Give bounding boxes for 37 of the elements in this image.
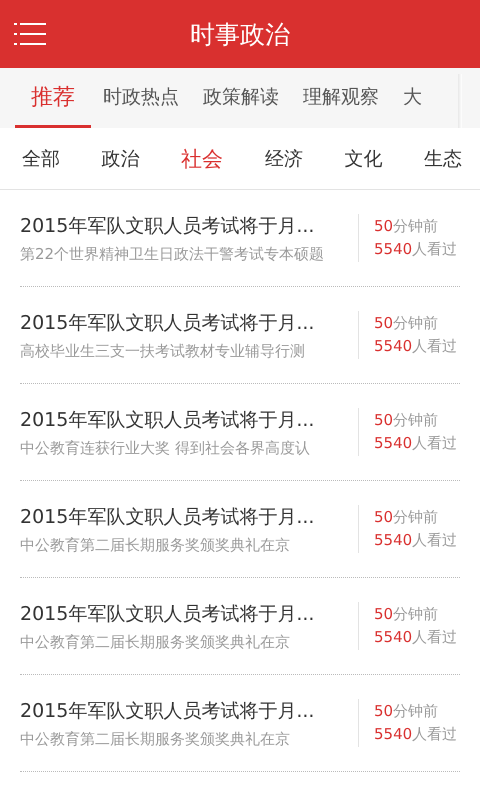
view-count: 5540人看过	[374, 434, 458, 453]
article-summary: 第22个世界精神卫生日政法干警考试专本硕题	[20, 244, 326, 264]
tab[interactable]: 时政热点	[91, 68, 191, 128]
category-tab[interactable]: 文化	[344, 146, 382, 172]
post-time: 50分钟前	[374, 314, 440, 333]
tab[interactable]: 政策解读	[191, 68, 291, 128]
article-summary: 高校毕业生三支一扶考试教材专业辅导行测	[20, 342, 306, 360]
article-title[interactable]: 2015年军队文职人员考试将于月...	[20, 600, 346, 626]
article-summary: 中公教育第二届长期服务奖颁奖典礼在京	[20, 536, 291, 554]
tab[interactable]: 推荐	[15, 68, 91, 128]
menu-icon[interactable]	[14, 22, 46, 46]
page-title: 时事政治	[190, 18, 290, 50]
category-tab[interactable]: 政治	[102, 146, 140, 172]
view-count: 5540人看过	[374, 531, 458, 550]
tab[interactable]: 大	[391, 68, 434, 128]
post-time: 50分钟前	[374, 411, 440, 430]
view-count: 5540人看过	[374, 240, 458, 259]
category-tab[interactable]: 经济	[264, 146, 303, 172]
category-tab[interactable]: 社会	[181, 144, 224, 172]
post-time: 50分钟前	[374, 508, 440, 527]
article-title[interactable]: 2015年军队文职人员考试将于月...	[20, 406, 346, 432]
post-time: 50分钟前	[374, 702, 440, 721]
post-time: 50分钟前	[374, 217, 440, 236]
view-count: 5540人看过	[374, 337, 458, 356]
category-tab[interactable]: 全部	[22, 146, 60, 172]
article-title[interactable]: 2015年军队文职人员考试将于月...	[20, 504, 346, 530]
article-summary: 中公教育第二届长期服务奖颁奖典礼在京	[20, 730, 291, 748]
article-summary: 中公教育第二届长期服务奖颁奖典礼在京	[20, 632, 291, 652]
view-count: 5540人看过	[374, 628, 458, 647]
article-title[interactable]: 2015年军队文职人员考试将于月...	[20, 698, 346, 724]
article-summary: 中公教育连获行业大奖 得到社会各界高度认	[20, 438, 311, 458]
category-tab[interactable]: 生态	[424, 146, 462, 172]
article-title[interactable]: 2015年军队文职人员考试将于月...	[20, 212, 346, 238]
view-count: 5540人看过	[374, 725, 458, 744]
article-title[interactable]: 2015年军队文职人员考试将于月...	[20, 310, 346, 336]
tab[interactable]: 理解观察	[291, 68, 391, 128]
post-time: 50分钟前	[374, 605, 440, 624]
